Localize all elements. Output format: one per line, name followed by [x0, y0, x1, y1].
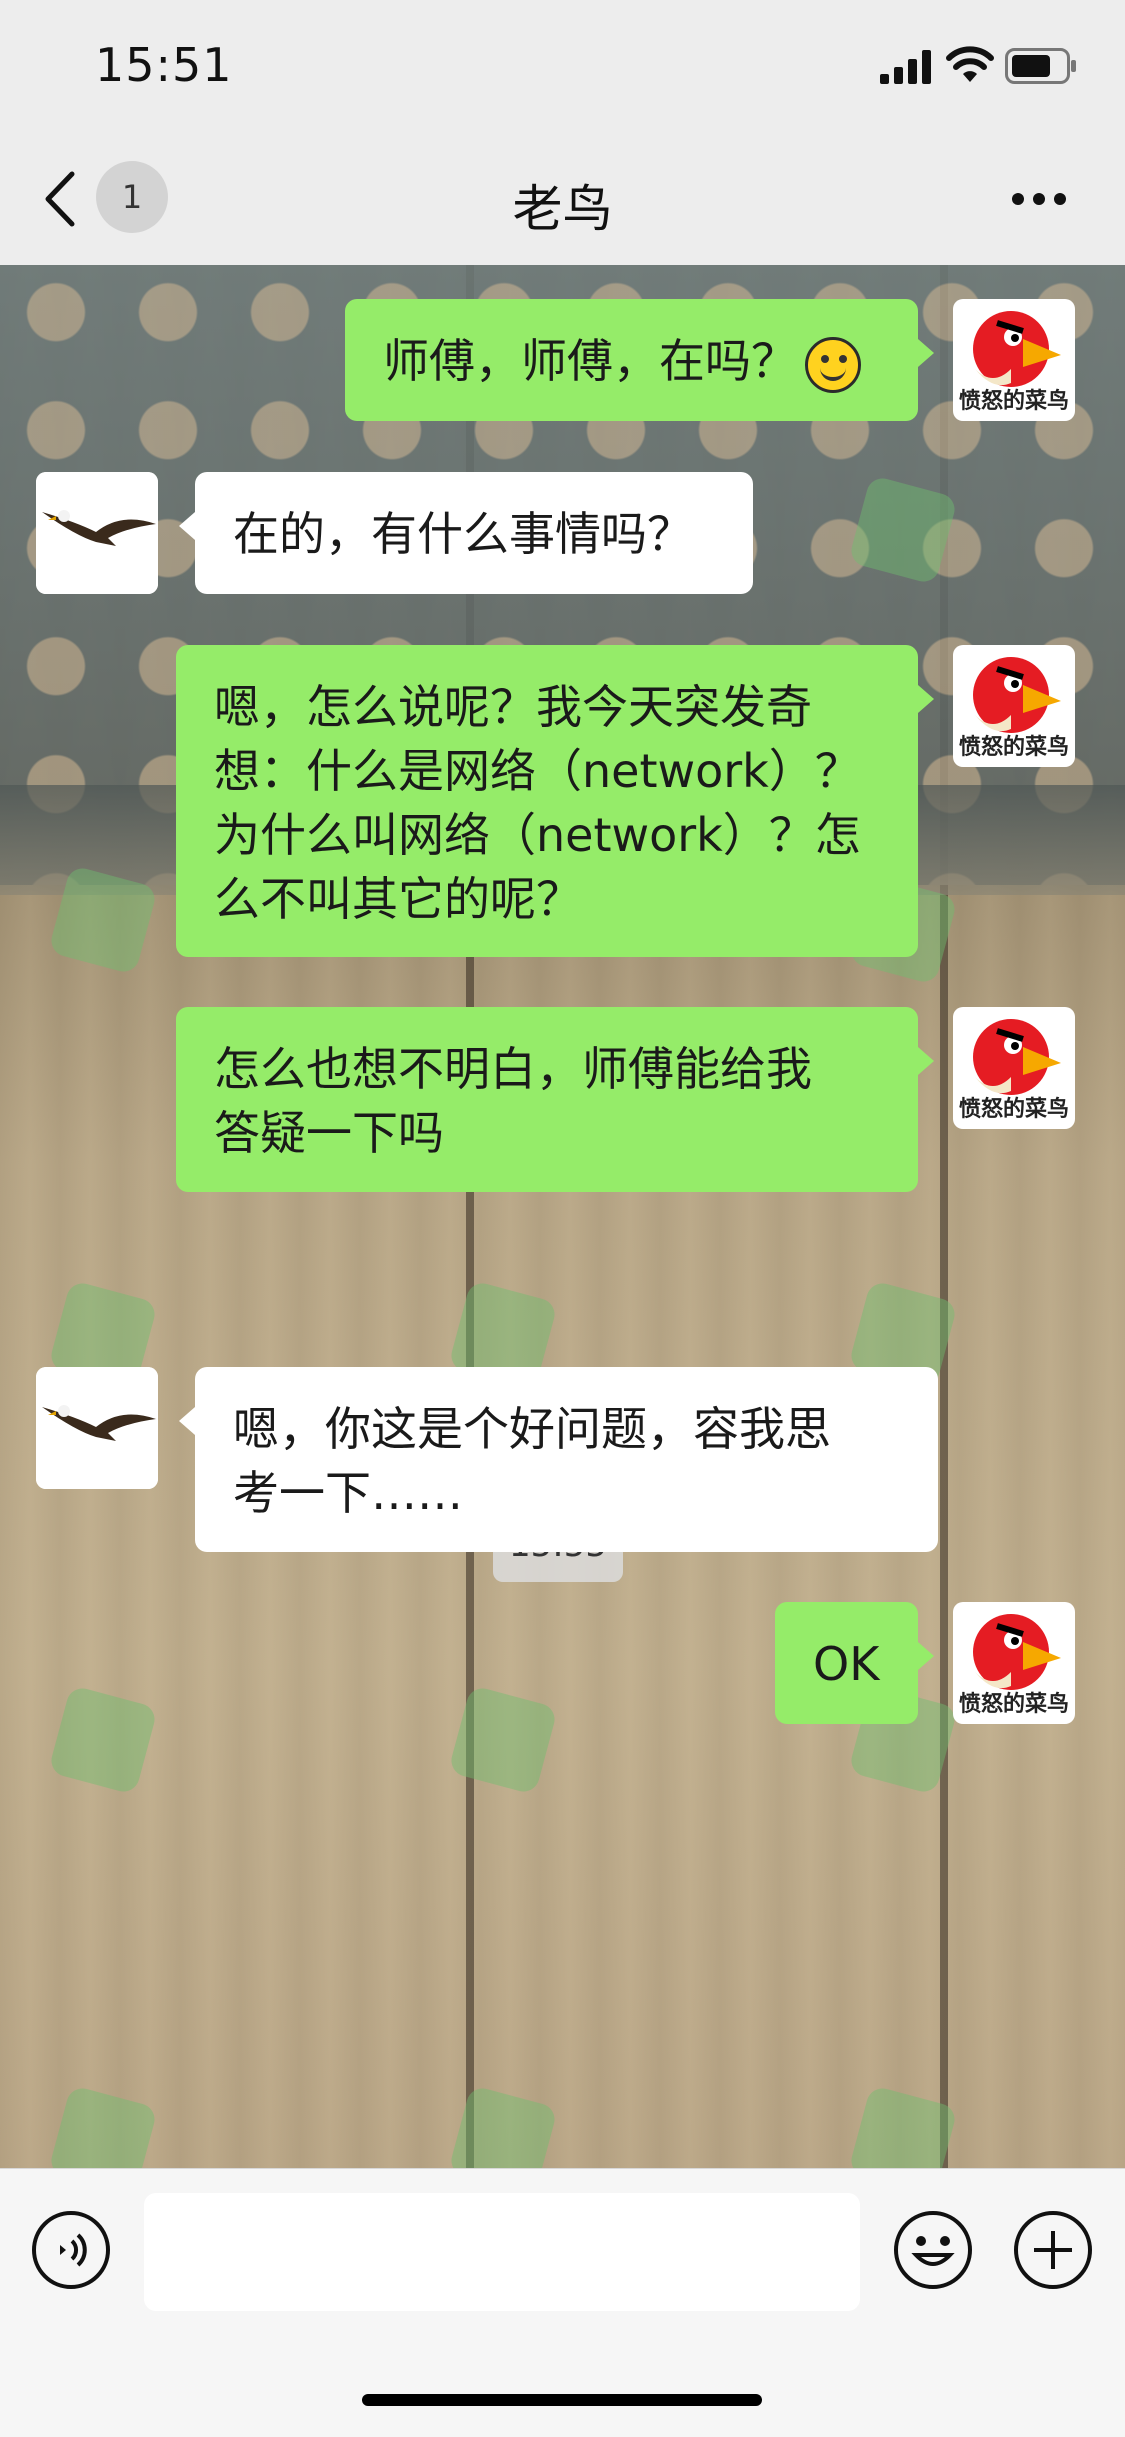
signal-icon [880, 50, 931, 84]
chat-header: 1 老鸟 [0, 135, 1125, 266]
contact-avatar[interactable] [36, 472, 158, 594]
eagle-icon [36, 472, 158, 594]
message-text: 怎么也想不明白，师傅能给我答疑一下吗 [214, 1042, 812, 1160]
watermark-icon [847, 2084, 959, 2168]
message-bubble[interactable]: OK [775, 1602, 934, 1724]
message-bubble[interactable]: 在的，有什么事情吗？ [179, 472, 753, 594]
watermark-icon [47, 1684, 159, 1796]
message-bubble[interactable]: 嗯，怎么说呢？我今天突发奇想：什么是网络（network）？为什么叫网络（net… [176, 645, 934, 957]
smile-emoji-icon [805, 336, 861, 393]
plus-icon[interactable] [1012, 2209, 1094, 2291]
message-text: 嗯，你这是个好问题，容我思考一下…… [233, 1402, 831, 1520]
contact-avatar[interactable] [36, 1367, 158, 1489]
watermark-icon [47, 2084, 159, 2168]
more-icon[interactable] [1010, 191, 1068, 207]
chat-title: 老鸟 [512, 180, 613, 238]
message-bubble[interactable]: 怎么也想不明白，师傅能给我答疑一下吗 [176, 1007, 934, 1192]
eagle-icon [36, 1367, 158, 1489]
wifi-icon [946, 46, 994, 82]
watermark-icon [447, 1684, 559, 1796]
message-text: OK [813, 1637, 880, 1691]
message-bubble[interactable]: 嗯，你这是个好问题，容我思考一下…… [179, 1367, 938, 1552]
message-bubble[interactable]: 师傅，师傅，在吗？ [345, 299, 934, 421]
message-text: 师傅，师傅，在吗？ [383, 334, 797, 388]
message-text: 在的，有什么事情吗？ [233, 507, 693, 561]
status-time: 15:51 [95, 38, 233, 92]
avatar-label: 愤怒的菜鸟 [958, 1692, 1069, 1717]
home-indicator[interactable] [362, 2394, 762, 2406]
battery-icon [1005, 48, 1076, 84]
my-avatar[interactable]: 愤怒的菜鸟 [953, 299, 1075, 421]
my-avatar[interactable]: 愤怒的菜鸟 [953, 1007, 1075, 1129]
avatar-label: 愤怒的菜鸟 [958, 1097, 1069, 1122]
avatar-label: 愤怒的菜鸟 [958, 735, 1069, 760]
my-avatar[interactable]: 愤怒的菜鸟 [953, 645, 1075, 767]
message-text: 嗯，怎么说呢？我今天突发奇想：什么是网络（network）？为什么叫网络（net… [214, 680, 861, 926]
my-avatar[interactable]: 愤怒的菜鸟 [953, 1602, 1075, 1724]
chat-area[interactable]: 愤怒的菜鸟 师傅，师傅，在吗？ 在的，有什么事情吗？ 愤怒的菜鸟 嗯，怎么说呢？… [0, 265, 1125, 2168]
avatar-label: 愤怒的菜鸟 [958, 389, 1069, 414]
message-input[interactable] [144, 2193, 860, 2311]
emoji-icon[interactable] [892, 2209, 974, 2291]
watermark-icon [447, 2084, 559, 2168]
status-bar: 15:51 [0, 0, 1125, 135]
voice-icon[interactable] [30, 2209, 112, 2291]
